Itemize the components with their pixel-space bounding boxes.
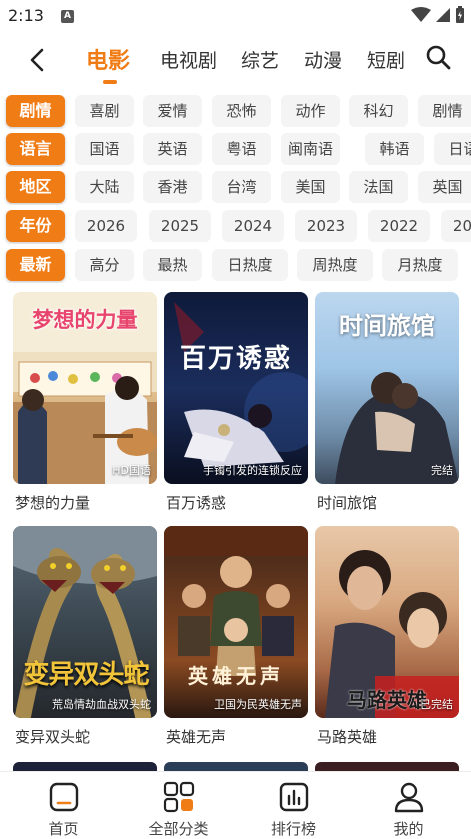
filter-chip[interactable]: 英语 <box>143 133 202 165</box>
filter-chip[interactable]: 日热度 <box>212 249 288 281</box>
poster-title-art: 百万诱惑 <box>179 344 292 374</box>
battery-icon <box>456 6 464 23</box>
filter-chip[interactable]: 美国 <box>281 171 340 203</box>
filter-row-year: 年份 2026 2025 2024 2023 2022 2021 <box>0 210 471 244</box>
filter-chip[interactable]: 2024 <box>222 210 284 242</box>
filter-row-sort: 最新 高分 最热 日热度 周热度 月热度 <box>0 249 471 283</box>
tab-active-indicator <box>103 80 117 84</box>
filter-chip[interactable]: 韩语 <box>365 133 424 165</box>
movie-poster[interactable]: 马路英雄 已完结 <box>315 526 459 718</box>
filter-chip[interactable]: 剧情 <box>418 95 471 127</box>
bottom-nav: 首页 全部分类 排行榜 我的 <box>0 771 471 839</box>
bottom-nav-label: 首页 <box>48 820 79 838</box>
filter-chip[interactable]: 周热度 <box>297 249 373 281</box>
poster-art <box>164 526 308 676</box>
filter-chip[interactable]: 喜剧 <box>75 95 134 127</box>
filter-chip[interactable]: 台湾 <box>212 171 271 203</box>
filter-chip[interactable]: 最热 <box>143 249 202 281</box>
movie-poster[interactable]: 百万诱惑 手镯引发的连锁反应 <box>164 292 308 484</box>
search-icon[interactable] <box>425 44 451 70</box>
filter-chip[interactable]: 2022 <box>368 210 430 242</box>
poster-badge: 完结 <box>431 464 453 477</box>
bottom-nav-profile[interactable]: 我的 <box>350 772 467 839</box>
filter-chip[interactable]: 闽南语 <box>281 133 340 165</box>
movie-poster[interactable]: 时间旅馆 完结 <box>315 292 459 484</box>
movie-title: 时间旅馆 <box>317 494 378 512</box>
wifi-icon <box>411 7 431 22</box>
filter-chip[interactable]: 爱情 <box>143 95 202 127</box>
filter-chip[interactable]: 2026 <box>75 210 137 242</box>
movie-poster-peek <box>164 762 308 771</box>
poster-title-art: 变异双头蛇 <box>23 660 149 690</box>
movie-title: 百万诱惑 <box>166 494 227 512</box>
bottom-nav-home[interactable]: 首页 <box>5 772 122 839</box>
movie-poster-peek <box>13 762 157 771</box>
filter-chip[interactable]: 动作 <box>281 95 340 127</box>
poster-art <box>174 302 308 467</box>
grid-icon <box>163 781 194 813</box>
filter-row-region: 地区 大陆 香港 台湾 美国 法国 英国 <box>0 171 471 205</box>
filter-chip[interactable]: 2025 <box>149 210 211 242</box>
status-indicators <box>411 6 465 24</box>
filter-chip[interactable]: 香港 <box>143 171 202 203</box>
filter-chip[interactable]: 国语 <box>75 133 134 165</box>
filter-chip[interactable]: 粤语 <box>212 133 271 165</box>
poster-title-art: 梦想的力量 <box>32 308 138 332</box>
filter-label-language[interactable]: 语言 <box>6 133 65 165</box>
home-icon <box>49 782 78 812</box>
poster-badge: 手镯引发的连锁反应 <box>203 464 302 477</box>
filter-label-region[interactable]: 地区 <box>6 171 65 203</box>
filter-chip[interactable]: 科幻 <box>349 95 408 127</box>
bottom-nav-label: 全部分类 <box>148 820 209 838</box>
app-notification-icon: A <box>61 10 74 23</box>
top-nav: 电影 电视剧 综艺 动漫 短剧 <box>0 36 471 86</box>
filter-chip[interactable]: 大陆 <box>75 171 134 203</box>
poster-badge: 卫国为民英雄无声 <box>214 698 302 711</box>
movie-poster[interactable]: 变异双头蛇 荒岛情劫血战双头蛇 <box>13 526 157 718</box>
filter-chip[interactable]: 日语 <box>434 133 471 165</box>
tab-anime[interactable]: 动漫 <box>304 46 342 73</box>
bottom-nav-categories[interactable]: 全部分类 <box>120 772 237 839</box>
tab-variety[interactable]: 综艺 <box>241 46 279 73</box>
filter-chip[interactable]: 月热度 <box>382 249 458 281</box>
filter-chip[interactable]: 高分 <box>75 249 134 281</box>
movie-title: 英雄无声 <box>166 728 227 746</box>
user-icon <box>394 782 423 813</box>
filter-chip[interactable]: 恐怖 <box>212 95 271 127</box>
chart-icon <box>279 782 308 812</box>
poster-badge: HD国语 <box>112 464 151 477</box>
bottom-nav-label: 排行榜 <box>270 820 316 838</box>
filter-label-year[interactable]: 年份 <box>6 210 65 242</box>
movie-title: 变异双头蛇 <box>15 728 91 746</box>
status-bar: 2:13 A <box>0 0 471 32</box>
movie-poster[interactable]: 英雄无声 卫国为民英雄无声 <box>164 526 308 718</box>
poster-badge: 已完结 <box>420 698 453 711</box>
filter-chip[interactable]: 2021 <box>441 210 471 242</box>
filter-chip[interactable]: 2023 <box>295 210 357 242</box>
movie-poster[interactable]: 梦想的力量 HD国语 <box>13 292 157 484</box>
filter-chip[interactable]: 英国 <box>418 171 471 203</box>
signal-icon <box>436 8 450 22</box>
movie-title: 梦想的力量 <box>15 494 91 512</box>
tab-movie[interactable]: 电影 <box>86 43 130 75</box>
filter-label-sort[interactable]: 最新 <box>6 249 65 281</box>
bottom-nav-ranking[interactable]: 排行榜 <box>235 772 352 839</box>
movie-poster-peek <box>315 762 459 771</box>
filter-row-genre: 剧情 喜剧 爱情 恐怖 动作 科幻 剧情 <box>0 95 471 129</box>
poster-title-art: 英雄无声 <box>188 664 284 688</box>
status-time: 2:13 <box>8 6 44 25</box>
back-icon[interactable] <box>24 46 52 74</box>
filter-row-language: 语言 国语 英语 粤语 闽南语 韩语 日语 <box>0 133 471 167</box>
tab-short-drama[interactable]: 短剧 <box>367 46 405 73</box>
poster-badge: 荒岛情劫血战双头蛇 <box>52 698 151 711</box>
poster-title-art: 时间旅馆 <box>339 312 435 340</box>
filter-chip[interactable]: 法国 <box>349 171 408 203</box>
movie-title: 马路英雄 <box>317 728 378 746</box>
tab-tv-series[interactable]: 电视剧 <box>160 46 217 73</box>
filter-label-genre[interactable]: 剧情 <box>6 95 65 127</box>
bottom-nav-label: 我的 <box>393 820 424 838</box>
